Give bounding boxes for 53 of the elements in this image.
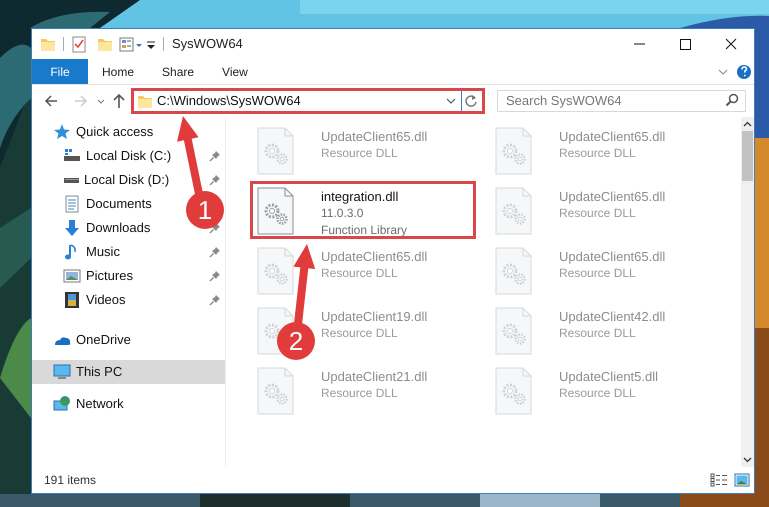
ribbon-tab[interactable]: Share: [148, 59, 208, 84]
nav-item[interactable]: Videos: [63, 288, 126, 312]
file-detail: Resource DLL: [559, 325, 637, 342]
details-view-icon[interactable]: [710, 473, 728, 487]
file-detail: Resource DLL: [559, 205, 637, 222]
film-icon: [63, 291, 81, 309]
pin-icon[interactable]: [209, 270, 221, 282]
pin-icon[interactable]: [209, 294, 221, 306]
nav-item[interactable]: Downloads: [63, 216, 150, 240]
pin-icon[interactable]: [209, 150, 221, 162]
pin-icon[interactable]: [209, 246, 221, 258]
file-detail: Resource DLL: [321, 325, 399, 342]
window-title: SysWOW64: [172, 35, 243, 54]
nav-item[interactable]: Documents: [63, 192, 152, 216]
file-detail: Resource DLL: [321, 265, 399, 282]
nav-item[interactable]: Local Disk (D:): [63, 168, 170, 192]
search-icon[interactable]: [725, 93, 739, 107]
file-detail: Function Library: [321, 222, 408, 239]
properties-icon[interactable]: [119, 36, 143, 52]
pin-icon[interactable]: [209, 174, 221, 186]
scrollbar[interactable]: [741, 117, 754, 467]
ribbon-tab[interactable]: Home: [88, 59, 148, 84]
item-count: 191 items: [44, 472, 96, 489]
gear-file-icon[interactable]: [257, 187, 295, 235]
file-tab[interactable]: File: [32, 59, 88, 84]
monitor-icon: [53, 363, 71, 381]
file-detail: Resource DLL: [559, 265, 637, 282]
document-icon: [63, 195, 81, 213]
nav-item[interactable]: OneDrive: [53, 328, 131, 352]
file-name[interactable]: integration.dll: [321, 188, 408, 205]
file-detail: Resource DLL: [559, 385, 637, 402]
network-icon: [53, 395, 71, 413]
nav-item[interactable]: Network: [53, 392, 124, 416]
checklist-icon[interactable]: [71, 36, 87, 52]
down-arrow-icon: [63, 219, 81, 237]
nav-item[interactable]: Local Disk (C:): [63, 144, 172, 168]
address-bar[interactable]: C:\Windows\SysWOW64: [131, 88, 485, 114]
search-field[interactable]: Search SysWOW64: [497, 90, 746, 112]
nav-item[interactable]: This PC: [53, 360, 122, 384]
drive-icon: [63, 176, 79, 184]
file-detail: Resource DLL: [321, 385, 399, 402]
ribbon-tab[interactable]: View: [208, 59, 262, 84]
picture-icon: [63, 267, 81, 285]
nav-item[interactable]: Pictures: [63, 264, 133, 288]
scroll-thumb[interactable]: [742, 131, 753, 181]
nav-item[interactable]: Quick access: [53, 120, 154, 144]
file-detail: 11.0.3.0: [321, 205, 364, 222]
file-detail: Resource DLL: [559, 145, 637, 162]
star-icon: [53, 123, 71, 141]
large-icons-view-icon[interactable]: [734, 473, 750, 487]
nav-item[interactable]: Music: [63, 240, 120, 264]
file-detail: Resource DLL: [321, 145, 399, 162]
address-path: C:\Windows\SysWOW64: [157, 92, 302, 110]
